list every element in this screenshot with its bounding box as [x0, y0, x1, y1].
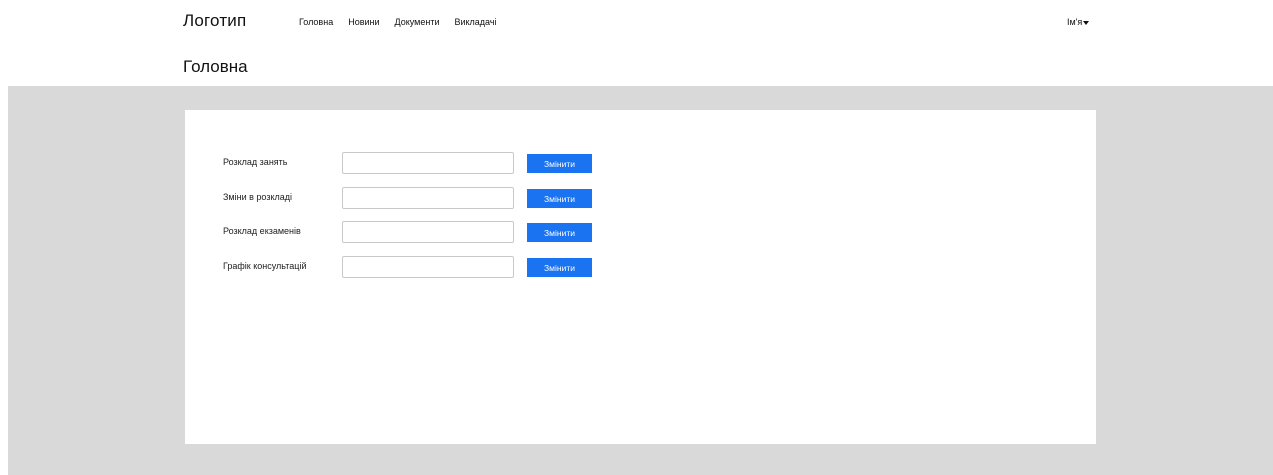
form-label: Розклад занять [223, 157, 288, 167]
page-title: Головна [183, 57, 248, 76]
form-label: Графік консультацій [223, 261, 307, 271]
form-row-consultations: Графік консультацій Змінити [185, 256, 1096, 278]
main-nav: Головна Новини Документи Викладачі [299, 17, 497, 27]
form-row-schedule: Розклад занять Змінити [185, 152, 1096, 174]
form-label: Розклад екзаменів [223, 226, 301, 236]
nav-item-documents[interactable]: Документи [395, 17, 440, 27]
nav-item-home[interactable]: Головна [299, 17, 333, 27]
change-button[interactable]: Змінити [527, 223, 592, 242]
top-navbar: Логотип Головна Новини Документи Виклада… [0, 0, 1273, 86]
schedule-card: Розклад занять Змінити Зміни в розкладі … [185, 110, 1096, 444]
nav-item-news[interactable]: Новини [348, 17, 379, 27]
logo[interactable]: Логотип [183, 11, 246, 31]
consultations-input[interactable] [342, 256, 514, 278]
form-label: Зміни в розкладі [223, 192, 292, 202]
schedule-changes-input[interactable] [342, 187, 514, 209]
change-button[interactable]: Змінити [527, 258, 592, 277]
user-menu[interactable]: Ім'я [1067, 17, 1090, 27]
nav-item-teachers[interactable]: Викладачі [454, 17, 496, 27]
form-row-schedule-changes: Зміни в розкладі Змінити [185, 187, 1096, 209]
form-row-exam-schedule: Розклад екзаменів Змінити [185, 221, 1096, 243]
exam-schedule-input[interactable] [342, 221, 514, 243]
change-button[interactable]: Змінити [527, 189, 592, 208]
user-name: Ім'я [1067, 17, 1083, 27]
change-button[interactable]: Змінити [527, 154, 592, 173]
caret-down-icon [1083, 20, 1090, 25]
schedule-input[interactable] [342, 152, 514, 174]
